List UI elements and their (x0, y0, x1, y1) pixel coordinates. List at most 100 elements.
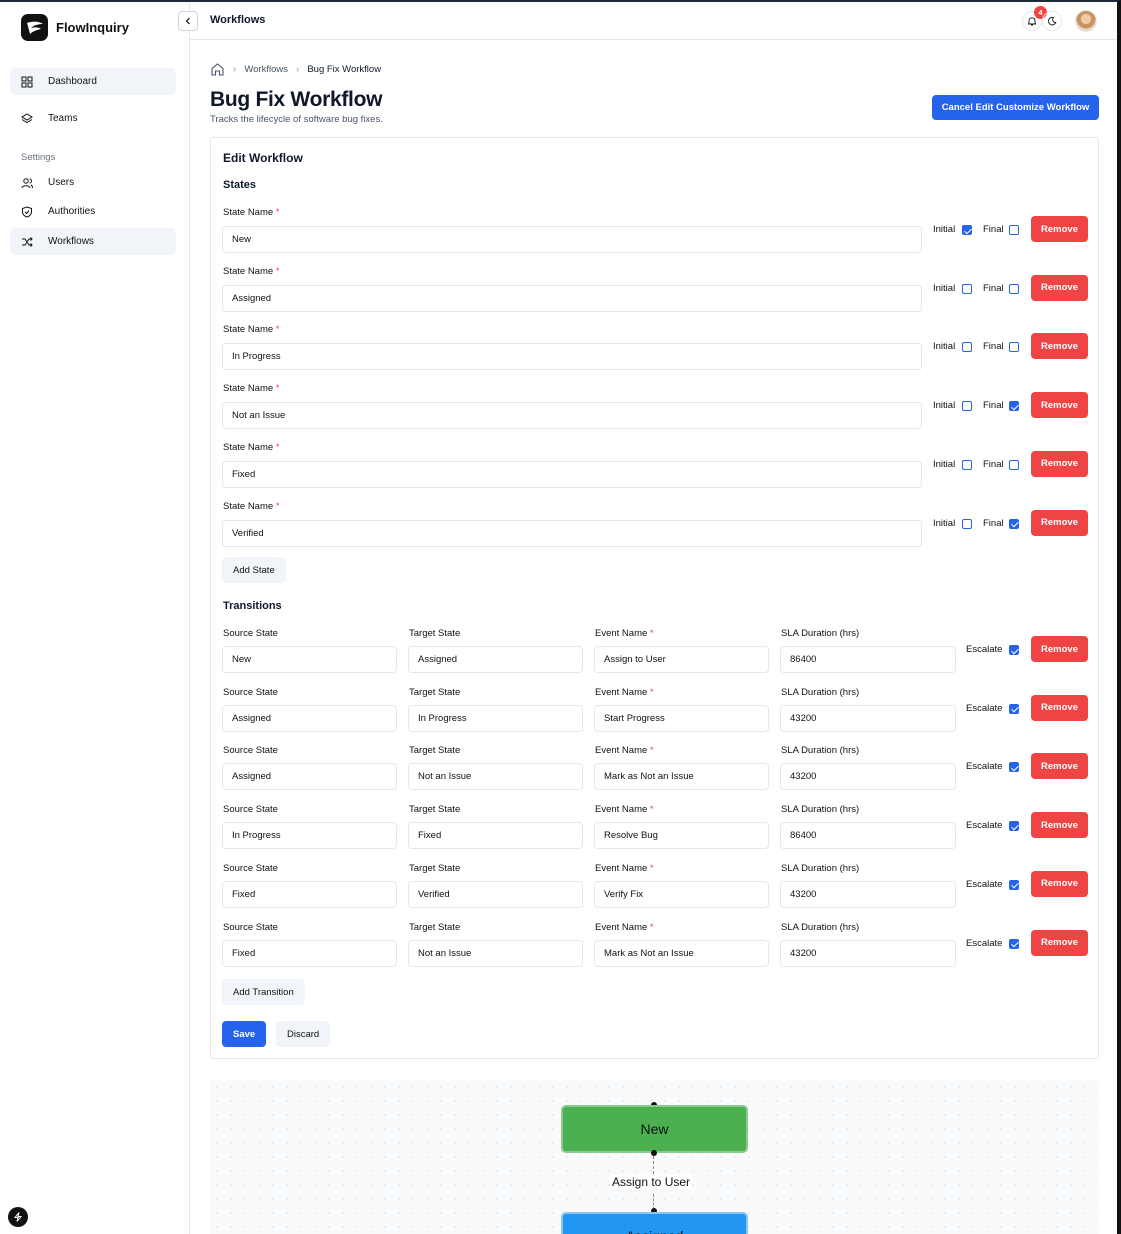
workflow-diagram[interactable]: New Assign to User Assigned (210, 1080, 1099, 1234)
source-state-field[interactable]: New (222, 646, 397, 673)
sidebar-item-dashboard[interactable]: Dashboard (10, 68, 176, 95)
initial-checkbox[interactable] (962, 283, 972, 294)
final-checkbox[interactable] (1009, 342, 1019, 353)
sla-duration-field[interactable]: 86400 (780, 646, 956, 673)
state-name-input[interactable]: Verified (222, 519, 922, 547)
logo[interactable]: FlowInquiry (21, 14, 129, 41)
target-state-field[interactable]: Not an Issue (408, 939, 583, 967)
sidebar-item-teams[interactable]: Teams (10, 105, 176, 132)
event-name-label-text: Event Name (595, 628, 648, 639)
initial-checkbox[interactable] (962, 518, 972, 529)
state-name-input[interactable]: New (222, 226, 922, 253)
save-button[interactable]: Save (222, 1021, 267, 1047)
zap-icon[interactable] (8, 1207, 28, 1227)
sla-duration-field[interactable]: 43200 (780, 880, 956, 908)
remove-state-button[interactable]: Remove (1031, 392, 1088, 419)
source-state-field[interactable]: Fixed (222, 939, 397, 967)
final-checkbox[interactable] (1009, 459, 1019, 470)
notifications-button[interactable]: 4 (1022, 6, 1047, 31)
remove-transition-button[interactable]: Remove (1031, 636, 1088, 662)
target-state-label-text: Target State (409, 628, 461, 639)
event-name-field[interactable]: Assign to User (594, 646, 769, 673)
escalate-checkbox[interactable] (1009, 938, 1019, 949)
cancel-edit-button[interactable]: Cancel Edit Customize Workflow (932, 95, 1099, 120)
initial-checkbox[interactable] (962, 459, 972, 470)
final-checkbox[interactable] (1009, 518, 1019, 529)
state-name-input[interactable]: Fixed (222, 460, 922, 488)
escalate-checkbox[interactable] (1009, 703, 1019, 714)
sidebar-item-users[interactable]: Users (10, 169, 176, 196)
remove-transition-button[interactable]: Remove (1031, 753, 1088, 780)
diagram-node-new[interactable]: New (561, 1105, 748, 1153)
theme-toggle-button[interactable] (1042, 11, 1062, 31)
initial-label: Initial (933, 400, 956, 412)
users-icon (21, 177, 33, 188)
final-checkbox[interactable] (1009, 225, 1019, 235)
source-state-field[interactable]: In Progress (222, 822, 397, 850)
chevron-left-icon (185, 17, 190, 25)
remove-transition-button[interactable]: Remove (1031, 812, 1088, 839)
state-name-input[interactable]: In Progress (222, 343, 922, 371)
add-transition-button[interactable]: Add Transition (222, 979, 305, 1005)
sla-duration-field[interactable]: 43200 (780, 939, 956, 967)
sidebar-item-authorities[interactable]: Authorities (10, 198, 176, 225)
sidebar-item-label: Teams (48, 113, 78, 124)
remove-state-button[interactable]: Remove (1031, 450, 1088, 477)
target-state-field[interactable]: Not an Issue (408, 763, 583, 791)
initial-checkbox[interactable] (962, 225, 972, 235)
avatar[interactable] (1075, 10, 1097, 32)
target-state-field[interactable]: Verified (408, 880, 583, 908)
initial-label: Initial (933, 458, 956, 470)
sla-duration-field[interactable]: 43200 (780, 763, 956, 791)
sla-duration-field[interactable]: 43200 (780, 704, 956, 732)
layers-icon (21, 112, 33, 123)
event-name-field[interactable]: Verify Fix (594, 880, 769, 908)
source-state-field[interactable]: Fixed (222, 880, 397, 908)
escalate-checkbox[interactable] (1009, 645, 1019, 655)
state-name-label: State Name * (223, 324, 280, 335)
escalate-checkbox[interactable] (1009, 821, 1019, 832)
remove-state-button[interactable]: Remove (1031, 216, 1088, 242)
escalate-checkbox[interactable] (1009, 762, 1019, 773)
node-handle[interactable] (651, 1150, 657, 1156)
target-state-field[interactable]: In Progress (408, 704, 583, 732)
source-state-label: Source State (223, 804, 278, 815)
final-checkbox[interactable] (1009, 401, 1019, 412)
final-checkbox[interactable] (1009, 283, 1019, 294)
state-name-input[interactable]: Not an Issue (222, 402, 922, 430)
remove-transition-button[interactable]: Remove (1031, 929, 1088, 956)
chevron-right-icon: › (233, 64, 237, 75)
sla-duration-field[interactable]: 86400 (780, 822, 956, 850)
source-state-field[interactable]: Assigned (222, 704, 397, 732)
initial-checkbox[interactable] (962, 342, 972, 353)
remove-transition-button[interactable]: Remove (1031, 694, 1088, 721)
home-icon[interactable] (210, 62, 225, 77)
final-label: Final (983, 400, 1004, 412)
initial-checkbox[interactable] (962, 401, 972, 412)
event-name-field[interactable]: Resolve Bug (594, 822, 769, 850)
event-name-field[interactable]: Mark as Not an Issue (594, 939, 769, 967)
collapse-sidebar-button[interactable] (178, 11, 198, 31)
escalate-label: Escalate (966, 937, 1003, 949)
remove-state-button[interactable]: Remove (1031, 274, 1088, 301)
sidebar-item-workflows[interactable]: Workflows (10, 228, 176, 255)
final-label: Final (983, 224, 1004, 235)
remove-transition-button[interactable]: Remove (1031, 870, 1088, 897)
final-label: Final (983, 282, 1004, 294)
source-state-field[interactable]: Assigned (222, 763, 397, 791)
target-state-field[interactable]: Fixed (408, 822, 583, 850)
discard-button[interactable]: Discard (276, 1021, 331, 1047)
event-name-field[interactable]: Start Progress (594, 704, 769, 732)
sla-duration-label-text: SLA Duration (hrs) (781, 921, 860, 933)
state-name-input[interactable]: Assigned (222, 284, 922, 312)
escalate-checkbox[interactable] (1009, 879, 1019, 890)
add-state-button[interactable]: Add State (222, 557, 286, 583)
remove-state-button[interactable]: Remove (1031, 509, 1088, 536)
event-name-label: Event Name * (595, 863, 654, 874)
diagram-node-assigned[interactable]: Assigned (561, 1212, 748, 1234)
target-state-label: Target State (409, 804, 460, 815)
event-name-field[interactable]: Mark as Not an Issue (594, 763, 769, 791)
breadcrumb-link-workflows[interactable]: Workflows (244, 64, 288, 75)
remove-state-button[interactable]: Remove (1031, 333, 1088, 360)
target-state-field[interactable]: Assigned (408, 646, 583, 673)
